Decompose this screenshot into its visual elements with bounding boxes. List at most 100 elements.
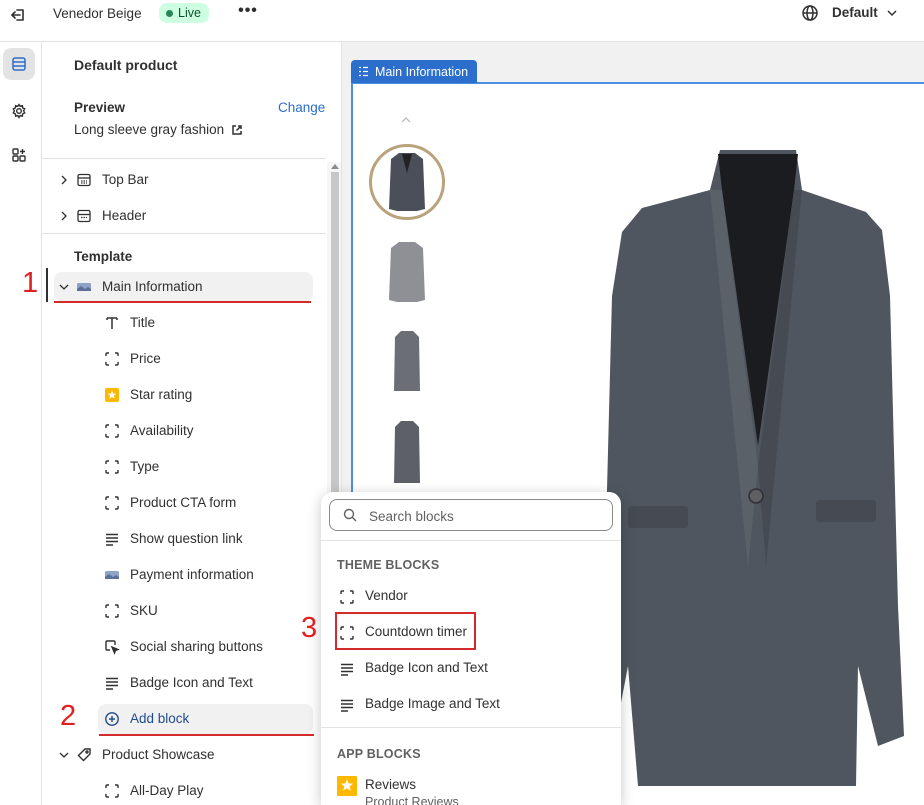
preview-product-name: Long sleeve gray fashion [74,122,225,137]
block-item-label: Payment information [130,567,254,582]
block-item-label: SKU [130,603,158,618]
block-item-label: Type [130,459,160,474]
chevron-down-icon[interactable] [58,749,70,761]
text-lines-icon [341,699,353,712]
block-item-label: All-Day Play [130,783,204,798]
product-main-image [598,150,904,786]
block-option-badge-image-text[interactable]: Badge Image and Text [335,690,607,720]
theme-blocks-heading: THEME BLOCKS [337,558,440,572]
tag-icon [77,748,91,762]
block-item-sku[interactable]: SKU [54,596,313,626]
block-item-label: Star rating [130,387,193,402]
block-item-label: Title [130,315,156,330]
annotation-underline [99,734,314,736]
status-badge: Live [159,3,209,23]
divider [42,233,326,234]
jacket-thumbnail-image [389,153,425,211]
chevron-down-icon[interactable] [58,281,70,293]
section-item-top-bar[interactable]: Top Bar [54,165,313,195]
block-item-label: Show question link [130,531,243,546]
chevron-right-icon[interactable] [58,210,70,222]
cursor-click-icon [105,640,120,655]
status-label: Live [178,6,201,20]
block-item-label: Social sharing buttons [130,639,263,654]
section-item-main-information[interactable]: Main Information [54,272,313,302]
product-thumbnail[interactable] [371,236,443,308]
jacket-thumbnail-image [394,421,420,483]
theme-selector[interactable]: Default [832,5,898,20]
add-block-label: Add block [130,711,190,726]
status-dot-icon [166,9,173,17]
chevron-down-icon [887,9,897,16]
section-tag-icon [359,66,368,77]
plus-circle-icon [105,712,119,726]
block-item-show-question-link[interactable]: Show question link [54,524,313,554]
section-tag-label: Main Information [375,64,469,79]
template-heading: Template [74,249,133,264]
block-item-badge-icon-text[interactable]: Badge Icon and Text [54,668,313,698]
block-option-label: Badge Image and Text [365,696,500,711]
app-blocks-heading: APP BLOCKS [337,747,421,761]
chevron-right-icon[interactable] [58,174,70,186]
section-tag[interactable]: Main Information [351,60,478,83]
block-item-title[interactable]: Title [54,308,313,338]
jacket-thumbnail-image [394,331,420,391]
search-icon [343,508,357,522]
section-item-label: Product Showcase [102,747,215,762]
section-item-header[interactable]: Header [54,201,313,231]
top-bar: Venedor Beige Live ••• Default [0,0,924,42]
page-title: Default product [74,57,178,73]
dashed-square-icon [340,590,354,604]
external-link-icon [232,124,242,135]
preview-label: Preview [74,100,126,115]
section-item-label: Top Bar [102,172,149,187]
more-actions-button[interactable]: ••• [237,2,259,22]
chevron-up-icon[interactable] [400,116,412,124]
block-item-price[interactable]: Price [54,344,313,374]
product-thumbnail[interactable] [369,144,445,220]
apps-nav-button[interactable] [3,139,35,171]
search-blocks-field[interactable] [329,499,613,531]
annotation-step-2: 2 [60,700,77,732]
block-item-label: Availability [130,423,194,438]
preview-product[interactable]: Long sleeve gray fashion [74,122,243,137]
block-item-star-rating[interactable]: Star rating [54,380,313,410]
settings-nav-button[interactable] [3,95,35,127]
block-item-label: Price [130,351,161,366]
text-icon [106,317,118,329]
change-preview-link[interactable]: Change [278,100,325,115]
block-item-product-cta-form[interactable]: Product CTA form [54,488,313,518]
theme-selector-label: Default [832,5,878,20]
block-item-social-sharing[interactable]: Social sharing buttons [54,632,313,662]
block-item-type[interactable]: Type [54,452,313,482]
section-sidebar: Default product Preview Change Long slee… [42,42,342,805]
block-option-vendor[interactable]: Vendor [335,582,607,612]
product-thumbnail[interactable] [371,325,443,397]
apps-icon [12,148,26,162]
sections-icon [12,57,26,71]
star-app-icon [105,388,119,402]
dashed-square-icon [105,496,119,510]
scroll-up-icon[interactable] [331,164,339,169]
add-block-button[interactable]: Add block [98,704,313,734]
star-app-icon [337,776,357,796]
product-thumbnail[interactable] [371,416,443,488]
globe-icon[interactable] [801,4,819,22]
block-option-reviews[interactable]: Reviews Product Reviews [335,771,607,805]
search-blocks-input[interactable] [369,506,599,526]
dashed-square-icon [105,352,119,366]
block-option-label: Vendor [365,588,408,603]
block-item-all-day-play[interactable]: All-Day Play [54,776,313,805]
section-item-product-showcase[interactable]: Product Showcase [54,740,313,770]
block-item-label: Product CTA form [130,495,237,510]
block-item-availability[interactable]: Availability [54,416,313,446]
layout-header-icon [77,209,91,223]
block-item-payment-information[interactable]: Payment information [54,560,313,590]
sidebar-scrollbar-thumb[interactable] [331,172,339,542]
sections-nav-button[interactable] [3,48,35,80]
block-option-badge-icon-text[interactable]: Badge Icon and Text [335,654,607,684]
exit-icon[interactable] [8,5,28,25]
dashed-square-icon [105,784,119,798]
divider [321,540,621,541]
dashed-square-icon [105,424,119,438]
